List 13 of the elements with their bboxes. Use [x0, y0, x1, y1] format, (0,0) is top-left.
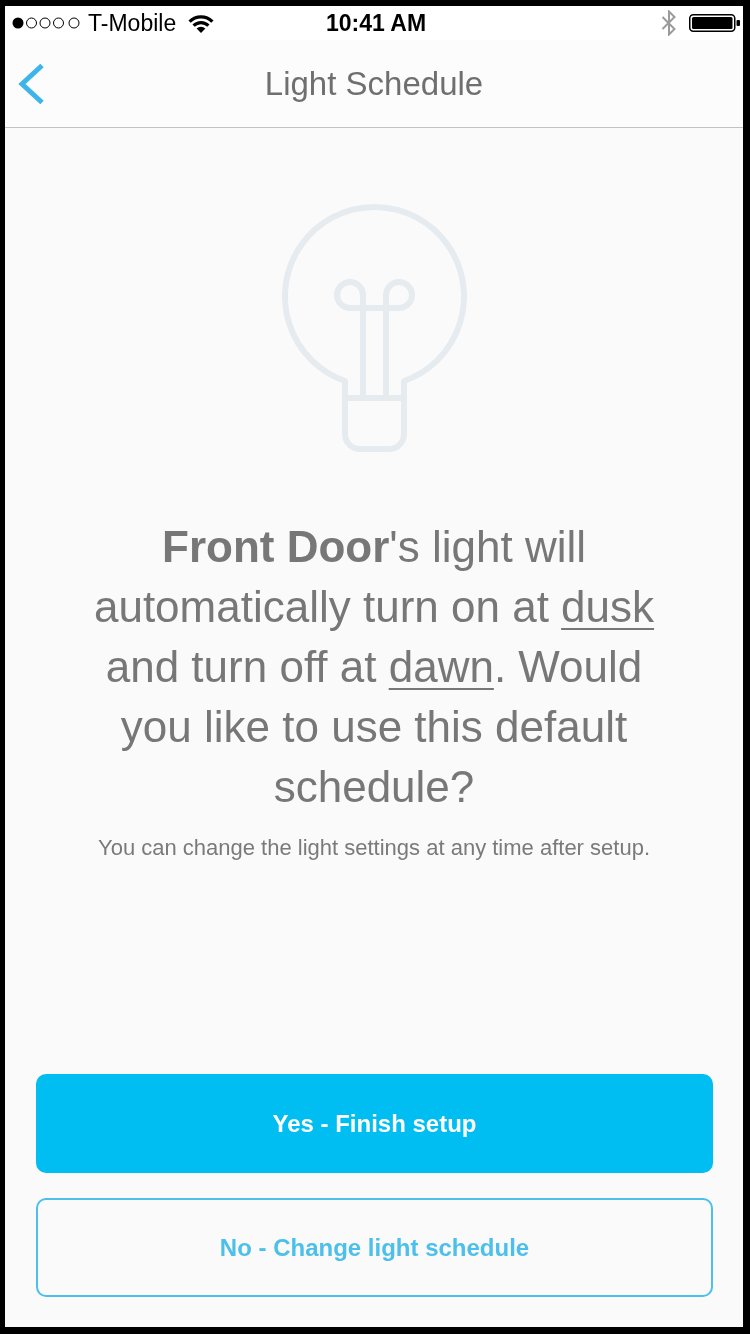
schedule-message: Front Door's light will automatically turn on at dusk and turn off at dawn. Would you like to use this default schedule?	[92, 521, 656, 813]
signal-strength-icon	[12, 17, 80, 29]
chevron-left-icon	[17, 62, 45, 105]
screen-title: Light Schedule	[264, 63, 484, 104]
inline-link[interactable]: dusk	[561, 582, 655, 631]
clock-time: 10:41 AM	[325, 11, 427, 35]
inline-link[interactable]: dawn	[388, 642, 494, 691]
finish-setup-button[interactable]: Yes - Finish setup	[36, 1074, 713, 1173]
battery-icon	[689, 14, 740, 32]
bluetooth-icon	[661, 10, 677, 36]
wifi-icon	[188, 13, 215, 33]
settings-note: You can change the light settings at any time after setup.	[98, 834, 650, 862]
carrier-name: T-Mobile	[88, 11, 177, 35]
